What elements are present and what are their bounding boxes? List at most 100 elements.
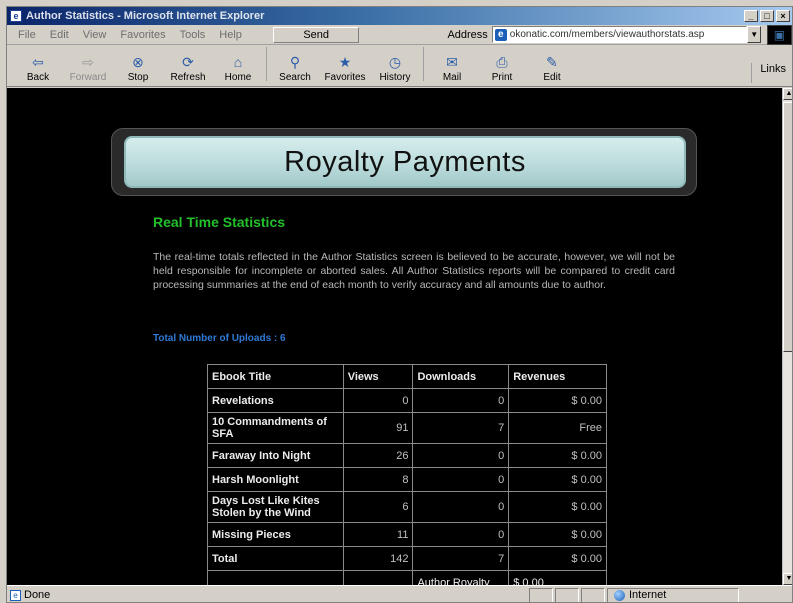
window-controls: _ □ ×: [744, 10, 790, 22]
edit-label: Edit: [543, 72, 561, 83]
status-cell: [581, 587, 605, 602]
status-cell: [529, 587, 553, 602]
address-value: okonatic.com/members/viewauthorstats.asp: [509, 29, 705, 40]
stop-label: Stop: [127, 72, 149, 83]
cell-downloads: 0: [412, 467, 510, 492]
windows-logo-icon: ▣: [766, 24, 792, 45]
cell-title: 10 Commandments of SFA: [207, 412, 344, 444]
minimize-button[interactable]: _: [744, 10, 758, 22]
cell-views: 6: [342, 491, 414, 523]
cell-revenues: $ 0.00: [508, 491, 607, 523]
banner-frame: Royalty Payments: [111, 128, 697, 196]
cell-revenues: $ 0.00: [508, 443, 607, 468]
status-bar: e Done Internet: [7, 585, 792, 602]
favorites-icon: ★: [338, 54, 352, 70]
table-row: Missing Pieces 11 0 $ 0.00: [207, 522, 607, 547]
window-title: Author Statistics - Microsoft Internet E…: [26, 10, 265, 22]
menu-edit[interactable]: Edit: [43, 29, 76, 41]
table-total-row: Total 142 7 $ 0.00: [207, 546, 607, 571]
back-label: Back: [26, 72, 50, 83]
title-bar: e Author Statistics - Microsoft Internet…: [7, 7, 792, 25]
cell-views: 0: [342, 388, 414, 413]
cell-title: Harsh Moonlight: [207, 467, 344, 492]
home-label: Home: [224, 72, 252, 83]
menu-help[interactable]: Help: [212, 29, 249, 41]
cell-title: Revelations: [207, 388, 344, 413]
stop-icon: ⊗: [132, 54, 144, 70]
table-row: Faraway Into Night 26 0 $ 0.00: [207, 443, 607, 468]
history-icon: ◷: [388, 54, 402, 70]
cell-views: 8: [342, 467, 414, 492]
header-views: Views: [342, 364, 414, 389]
maximize-button[interactable]: □: [760, 10, 774, 22]
total-views: 142: [342, 546, 414, 571]
menu-favorites[interactable]: Favorites: [113, 29, 172, 41]
cell-revenues: Free: [508, 412, 607, 444]
table-row: Days Lost Like Kites Stolen by the Wind …: [207, 491, 607, 523]
search-button[interactable]: ⚲ Search: [270, 52, 320, 83]
forward-button[interactable]: ⇨ Forward: [63, 52, 113, 83]
scroll-up-arrow-icon[interactable]: ▲: [783, 88, 792, 100]
home-button[interactable]: ⌂ Home: [213, 52, 263, 83]
cell-downloads: 0: [412, 443, 510, 468]
scroll-down-arrow-icon[interactable]: ▼: [783, 573, 792, 585]
browser-window: e Author Statistics - Microsoft Internet…: [6, 6, 793, 603]
section-heading: Real Time Statistics: [153, 214, 286, 230]
page-content: Royalty Payments Real Time Statistics Th…: [7, 88, 782, 585]
forward-label: Forward: [69, 72, 107, 83]
print-button[interactable]: ⎙ Print: [477, 52, 527, 83]
total-revenues: $ 0.00: [508, 546, 607, 571]
menu-tools[interactable]: Tools: [173, 29, 213, 41]
back-button[interactable]: ⇦ Back: [13, 52, 63, 83]
history-button[interactable]: ◷ History: [370, 52, 420, 83]
vertical-scrollbar[interactable]: ▲ ▼: [782, 88, 792, 585]
cell-revenues: $ 0.00: [508, 467, 607, 492]
cell-revenues: $ 0.00: [508, 522, 607, 547]
send-button[interactable]: Send: [272, 26, 360, 43]
links-button[interactable]: Links: [751, 63, 792, 83]
disclaimer-text: The real-time totals reflected in the Au…: [153, 251, 675, 291]
royalty-value: $ 0.00: [508, 570, 607, 585]
header-downloads: Downloads: [412, 364, 510, 389]
refresh-label: Refresh: [170, 72, 206, 83]
favorites-button[interactable]: ★ Favorites: [320, 52, 370, 83]
close-button[interactable]: ×: [776, 10, 790, 22]
edit-button[interactable]: ✎ Edit: [527, 52, 577, 83]
search-icon: ⚲: [289, 54, 301, 70]
cell-title: Missing Pieces: [207, 522, 344, 547]
menu-file[interactable]: File: [11, 29, 43, 41]
royalty-spacer: [207, 570, 344, 585]
mail-button[interactable]: ✉ Mail: [427, 52, 477, 83]
zone-text: Internet: [629, 589, 667, 601]
history-label: History: [379, 72, 411, 83]
cell-revenues: $ 0.00: [508, 388, 607, 413]
royalty-row: Author Royalty $ 0.00: [207, 570, 607, 585]
status-text-area: e Done: [7, 589, 527, 601]
toolbar-separator: [423, 47, 424, 81]
cell-views: 91: [342, 412, 414, 444]
edit-icon: ✎: [546, 54, 558, 70]
address-dropdown-button[interactable]: ▼: [747, 26, 761, 43]
header-revenues: Revenues: [508, 364, 607, 389]
forward-arrow-icon: ⇨: [82, 54, 94, 70]
stats-table: Ebook Title Views Downloads Revenues Rev…: [207, 364, 607, 585]
cell-downloads: 7: [412, 412, 510, 444]
address-bar[interactable]: e okonatic.com/members/viewauthorstats.a…: [491, 26, 748, 43]
search-label: Search: [279, 72, 311, 83]
total-downloads: 7: [412, 546, 510, 571]
cell-downloads: 0: [412, 388, 510, 413]
scroll-thumb[interactable]: [783, 102, 792, 352]
cell-downloads: 0: [412, 522, 510, 547]
status-text: Done: [24, 589, 51, 601]
total-label: Total: [207, 546, 344, 571]
page-title: Royalty Payments: [124, 136, 686, 188]
toolbar: ⇦ Back ⇨ Forward ⊗ Stop ⟳ Refresh ⌂ Home ⚲ Sea…: [7, 45, 792, 87]
refresh-button[interactable]: ⟳ Refresh: [163, 52, 213, 83]
cell-views: 11: [342, 522, 414, 547]
mail-icon: ✉: [446, 54, 458, 70]
table-row: 10 Commandments of SFA 91 7 Free: [207, 412, 607, 444]
royalty-spacer: [342, 570, 414, 585]
page-icon: e: [494, 28, 507, 41]
menu-view[interactable]: View: [76, 29, 114, 41]
stop-button[interactable]: ⊗ Stop: [113, 52, 163, 83]
